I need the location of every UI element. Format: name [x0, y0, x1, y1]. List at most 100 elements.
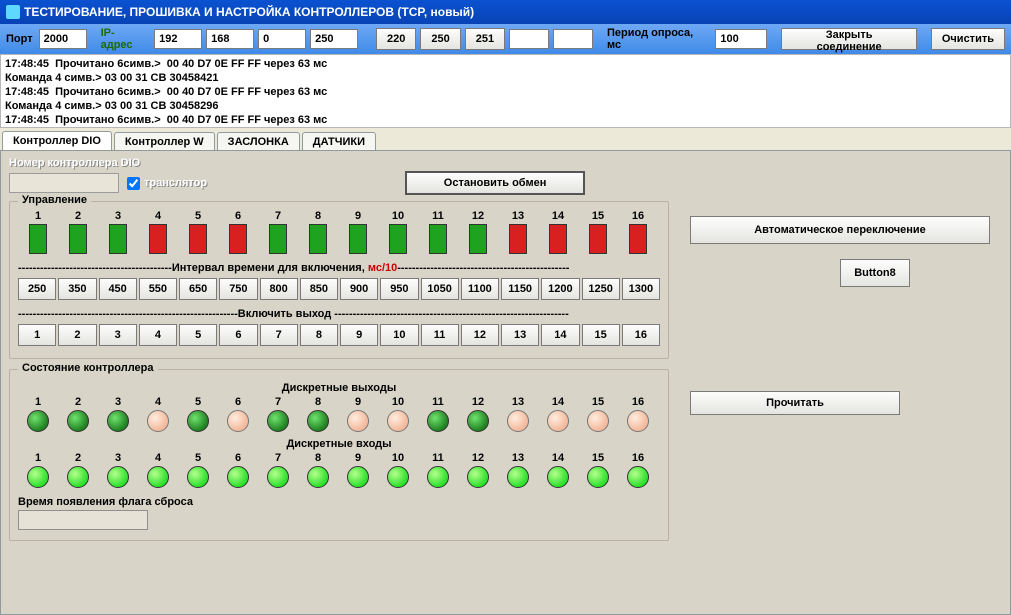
control-indicator-row [18, 224, 660, 254]
enable-btn-4[interactable]: 4 [139, 324, 177, 346]
ip-octet-4[interactable] [310, 29, 358, 49]
enable-btn-16[interactable]: 16 [622, 324, 660, 346]
stop-exchange-button[interactable]: Остановить обмен [405, 171, 585, 195]
out-num-7: 7 [258, 396, 298, 408]
preset-251-button[interactable]: 251 [465, 28, 505, 50]
enable-btn-2[interactable]: 2 [58, 324, 96, 346]
in-num-2: 2 [58, 452, 98, 464]
control-indicator-3[interactable] [98, 224, 138, 254]
enable-btn-1[interactable]: 1 [18, 324, 56, 346]
control-indicator-2[interactable] [58, 224, 98, 254]
tab-datchiki[interactable]: ДАТЧИКИ [302, 132, 376, 151]
enable-btn-9[interactable]: 9 [340, 324, 378, 346]
enable-btn-11[interactable]: 11 [421, 324, 459, 346]
ip-octet-2[interactable] [206, 29, 254, 49]
in-num-7: 7 [258, 452, 298, 464]
translator-checkbox[interactable] [127, 177, 140, 190]
interval-btn-1[interactable]: 250 [18, 278, 56, 300]
interval-btn-8[interactable]: 850 [300, 278, 338, 300]
control-indicator-7[interactable] [258, 224, 298, 254]
controller-number-label: Номер контроллера DIO [9, 157, 140, 169]
clear-button[interactable]: Очистить [931, 28, 1005, 50]
interval-btn-7[interactable]: 800 [260, 278, 298, 300]
enable-btn-8[interactable]: 8 [300, 324, 338, 346]
control-indicator-5[interactable] [178, 224, 218, 254]
reset-flag-input[interactable] [18, 510, 148, 530]
state-legend: Состояние контроллера [18, 362, 158, 374]
input-led-16 [618, 466, 658, 488]
port-input[interactable] [39, 29, 87, 49]
preset-250-button[interactable]: 250 [420, 28, 460, 50]
dio-panel: Номер контроллера DIO транслятор Останов… [0, 150, 1011, 615]
enable-btn-15[interactable]: 15 [582, 324, 620, 346]
control-indicator-9[interactable] [338, 224, 378, 254]
interval-btn-9[interactable]: 900 [340, 278, 378, 300]
out-num-15: 15 [578, 396, 618, 408]
enable-btn-13[interactable]: 13 [501, 324, 539, 346]
out-num-8: 8 [298, 396, 338, 408]
led-icon [227, 466, 249, 488]
interval-btn-13[interactable]: 1150 [501, 278, 539, 300]
led-icon [347, 410, 369, 432]
control-indicator-4[interactable] [138, 224, 178, 254]
interval-btn-3[interactable]: 450 [99, 278, 137, 300]
control-indicator-11[interactable] [418, 224, 458, 254]
enable-btn-5[interactable]: 5 [179, 324, 217, 346]
enable-btn-7[interactable]: 7 [260, 324, 298, 346]
control-indicator-14[interactable] [538, 224, 578, 254]
period-input[interactable] [715, 29, 767, 49]
reset-flag-row: Время появления флага сброса [18, 496, 660, 530]
extra-input-1[interactable] [509, 29, 549, 49]
control-num-8: 8 [298, 210, 338, 222]
control-indicator-15[interactable] [578, 224, 618, 254]
interval-btn-11[interactable]: 1050 [421, 278, 459, 300]
interval-btn-2[interactable]: 350 [58, 278, 96, 300]
tab-zaslonka[interactable]: ЗАСЛОНКА [217, 132, 300, 151]
enable-btn-6[interactable]: 6 [219, 324, 257, 346]
button8[interactable]: Button8 [840, 259, 910, 287]
tab-controller-w[interactable]: Контроллер W [114, 132, 215, 151]
close-connection-button[interactable]: Закрыть соединение [781, 28, 917, 50]
control-indicator-13[interactable] [498, 224, 538, 254]
input-led-1 [18, 466, 58, 488]
input-led-7 [258, 466, 298, 488]
extra-input-2[interactable] [553, 29, 593, 49]
enable-btn-14[interactable]: 14 [541, 324, 579, 346]
interval-btn-4[interactable]: 550 [139, 278, 177, 300]
interval-btn-6[interactable]: 750 [219, 278, 257, 300]
interval-btn-5[interactable]: 650 [179, 278, 217, 300]
preset-220-button[interactable]: 220 [376, 28, 416, 50]
control-indicator-1[interactable] [18, 224, 58, 254]
read-button[interactable]: Прочитать [690, 391, 900, 415]
enable-btn-3[interactable]: 3 [99, 324, 137, 346]
enable-btn-10[interactable]: 10 [380, 324, 418, 346]
interval-btn-16[interactable]: 1300 [622, 278, 660, 300]
control-indicator-6[interactable] [218, 224, 258, 254]
input-led-3 [98, 466, 138, 488]
ip-octet-3[interactable] [258, 29, 306, 49]
interval-btn-14[interactable]: 1200 [541, 278, 579, 300]
control-indicator-12[interactable] [458, 224, 498, 254]
tab-controller-dio[interactable]: Контроллер DIO [2, 131, 112, 151]
ip-octet-1[interactable] [154, 29, 202, 49]
enable-buttons-row: 12345678910111213141516 [18, 324, 660, 346]
interval-btn-12[interactable]: 1100 [461, 278, 499, 300]
controller-number-input[interactable] [9, 173, 119, 193]
indicator-block [189, 224, 207, 254]
control-indicator-10[interactable] [378, 224, 418, 254]
interval-btn-10[interactable]: 950 [380, 278, 418, 300]
interval-btn-15[interactable]: 1250 [582, 278, 620, 300]
translator-checkbox-wrap[interactable]: транслятор [127, 177, 207, 190]
led-icon [347, 466, 369, 488]
control-num-12: 12 [458, 210, 498, 222]
auto-switch-button[interactable]: Автоматическое переключение [690, 216, 990, 244]
enable-divider: ----------------------------------------… [18, 308, 660, 320]
led-icon [187, 410, 209, 432]
out-num-4: 4 [138, 396, 178, 408]
led-icon [547, 466, 569, 488]
control-indicator-16[interactable] [618, 224, 658, 254]
control-indicator-8[interactable] [298, 224, 338, 254]
enable-btn-12[interactable]: 12 [461, 324, 499, 346]
input-led-5 [178, 466, 218, 488]
out-num-12: 12 [458, 396, 498, 408]
